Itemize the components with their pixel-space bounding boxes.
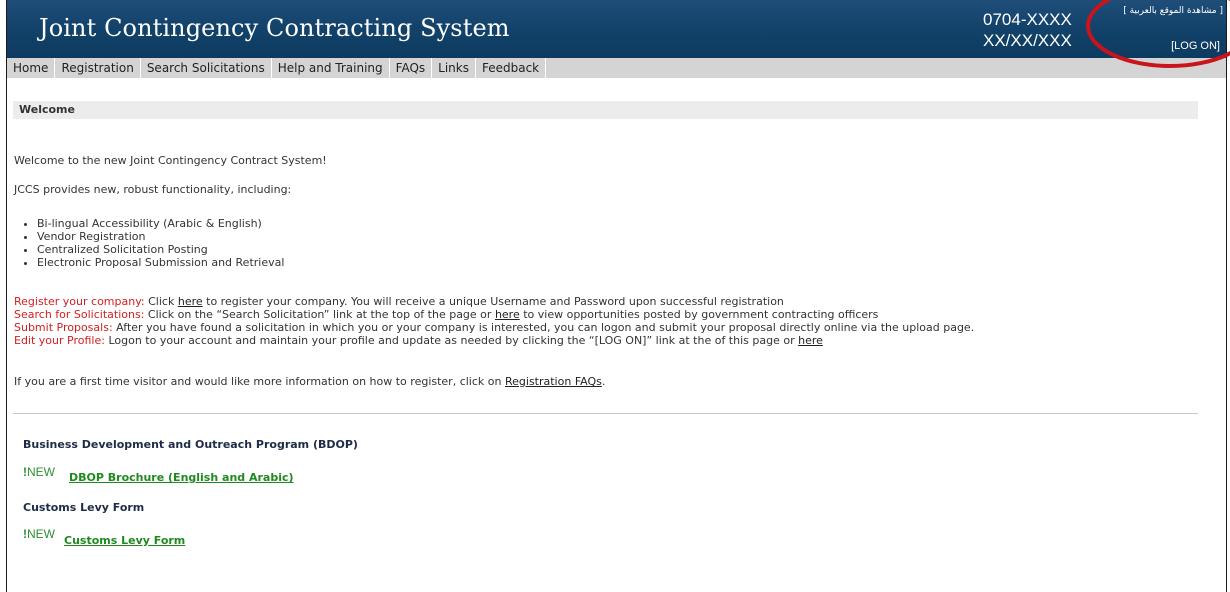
nav-help-and-training[interactable]: Help and Training <box>272 58 390 78</box>
search-pre: Click on the “Search Solicitation” link … <box>144 308 495 321</box>
welcome-heading: Welcome <box>13 101 1198 119</box>
first-time-pre: If you are a first time visitor and woul… <box>14 375 505 388</box>
register-line: Register your company: Click here to reg… <box>14 295 784 308</box>
customs-levy-form-link[interactable]: Customs Levy Form <box>64 534 185 547</box>
search-label: Search for Solicitations: <box>14 308 145 321</box>
submit-line: Submit Proposals: After you have found a… <box>14 321 974 334</box>
new-badge-text: NEW <box>27 465 55 479</box>
bdop-brochure-link[interactable]: DBOP Brochure (English and Arabic) <box>69 471 294 484</box>
welcome-intro: Welcome to the new Joint Contingency Con… <box>14 154 327 167</box>
nav-faqs[interactable]: FAQs <box>390 58 433 78</box>
functionality-lead: JCCS provides new, robust functionality,… <box>14 183 292 196</box>
top-nav: Home Registration Search Solicitations H… <box>7 58 1226 78</box>
nav-home[interactable]: Home <box>7 58 56 78</box>
registration-faqs-link[interactable]: Registration FAQs <box>505 375 602 388</box>
edit-line: Edit your Profile: Logon to your account… <box>14 334 823 347</box>
feature-item: Bi-lingual Accessibility (Arabic & Engli… <box>37 217 284 230</box>
feature-item: Centralized Solicitation Posting <box>37 243 284 256</box>
search-post: to view opportunities posted by governme… <box>519 308 879 321</box>
header-banner: Joint Contingency Contracting System 070… <box>7 0 1226 58</box>
page-frame: Joint Contingency Contracting System 070… <box>6 0 1227 592</box>
submit-label: Submit Proposals: <box>14 321 113 334</box>
nav-links[interactable]: Links <box>432 58 476 78</box>
nav-feedback[interactable]: Feedback <box>476 58 547 78</box>
register-pre: Click <box>144 295 178 308</box>
bdop-heading: Business Development and Outreach Progra… <box>23 438 358 451</box>
search-line: Search for Solicitations: Click on the “… <box>14 308 878 321</box>
header-phone: 0704-XXXX <box>983 10 1072 29</box>
edit-pre: Logon to your account and maintain your … <box>104 334 799 347</box>
register-post: to register your company. You will recei… <box>202 295 784 308</box>
nav-search-solicitations[interactable]: Search Solicitations <box>141 58 272 78</box>
customs-heading: Customs Levy Form <box>23 501 145 514</box>
search-here-link[interactable]: here <box>495 308 520 321</box>
register-label: Register your company: <box>14 295 145 308</box>
feature-item: Electronic Proposal Submission and Retri… <box>37 256 284 269</box>
arabic-site-link[interactable]: [ مشاهدة الموقع بالعربية ] <box>1123 6 1223 16</box>
first-time-line: If you are a first time visitor and woul… <box>14 375 605 388</box>
section-divider <box>13 413 1198 414</box>
new-badge-text: NEW <box>27 527 55 541</box>
register-here-link[interactable]: here <box>178 295 203 308</box>
new-badge: !NEW <box>23 527 55 541</box>
logon-link[interactable]: [LOG ON] <box>1171 40 1220 52</box>
header-date: XX/XX/XXX <box>983 31 1072 50</box>
nav-registration[interactable]: Registration <box>55 58 141 78</box>
app-title: Joint Contingency Contracting System <box>39 14 510 42</box>
feature-list: Bi-lingual Accessibility (Arabic & Engli… <box>23 217 284 269</box>
first-time-post: . <box>601 375 606 388</box>
submit-text: After you have found a solicitation in w… <box>112 321 975 334</box>
edit-label: Edit your Profile: <box>14 334 105 347</box>
feature-item: Vendor Registration <box>37 230 284 243</box>
new-badge: !NEW <box>23 465 55 479</box>
edit-here-link[interactable]: here <box>798 334 823 347</box>
